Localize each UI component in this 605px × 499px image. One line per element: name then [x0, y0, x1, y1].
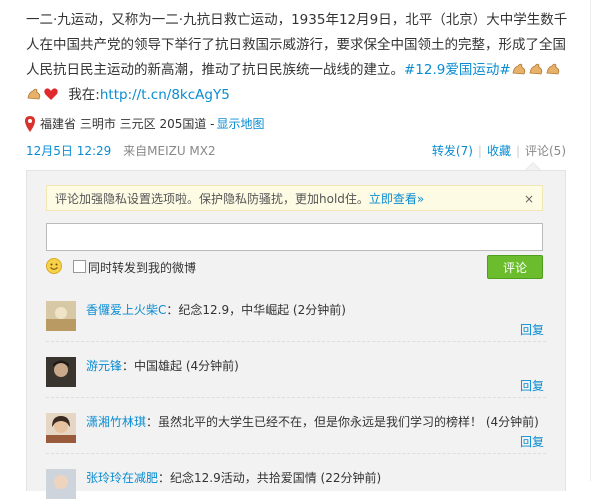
comment-text: 游元锋：中国雄起 (4分钟前): [86, 357, 239, 374]
comment-box: 评论加强隐私设置选项啦。保护隐私防骚扰，更加hold住。立即查看» × 同时转发…: [26, 170, 566, 499]
comment-divider: [46, 453, 546, 454]
comment-body: ：中国雄起 (4分钟前): [122, 359, 239, 373]
show-map-link[interactable]: 显示地图: [217, 115, 265, 132]
avatar[interactable]: [46, 469, 76, 499]
action-divider: |: [477, 144, 482, 158]
forward-checkbox[interactable]: [73, 260, 86, 273]
comment-user[interactable]: 潇湘竹林琪: [86, 415, 146, 429]
comment-divider: [46, 341, 546, 342]
strong-arm-emoji-icon: [529, 63, 542, 75]
see-at-label: 我在:: [68, 87, 100, 103]
comment-user[interactable]: 香儸爱上火柴C: [86, 303, 166, 317]
hashtag-link[interactable]: #12.9爱国运动#: [404, 62, 511, 78]
comment-text: 张玲玲在减肥：纪念12.9活动，共拾爱国情 (22分钟前): [86, 469, 381, 486]
forward-button[interactable]: 转发(7): [432, 144, 473, 158]
comment-body: ：虽然北平的大学生已经不在，但是你永远是我们学习的榜样！ (4分钟前): [146, 415, 539, 429]
location-row: 福建省 三明市 三元区 205国道 - 显示地图: [24, 115, 265, 132]
comment-user[interactable]: 张玲玲在减肥: [86, 471, 158, 485]
favorite-button[interactable]: 收藏: [487, 144, 511, 158]
short-link[interactable]: http://t.cn/8kcAgY5: [100, 87, 230, 103]
comment-body: ：纪念12.9活动，共拾爱国情 (22分钟前): [158, 471, 382, 485]
comment-user[interactable]: 游元锋: [86, 359, 122, 373]
notice-view-link[interactable]: 立即查看»: [369, 192, 424, 206]
action-divider: |: [515, 144, 520, 158]
post-text: 一二·九运动，又称为一二·九抗日救亡运动，1935年12月9日，北平（北京）大中…: [26, 8, 576, 108]
privacy-notice: 评论加强隐私设置选项啦。保护隐私防骚扰，更加hold住。立即查看» ×: [46, 185, 543, 211]
smiley-icon[interactable]: [46, 258, 62, 274]
location-text: 福建省 三明市 三元区 205国道 -: [40, 117, 215, 131]
strong-arm-emoji-icon: [27, 88, 41, 100]
post-actions: 转发(7) | 收藏 | 评论(5): [432, 142, 566, 159]
right-sidebar-edge: [590, 0, 605, 481]
comment-text: 香儸爱上火柴C：纪念12.9，中华崛起 (2分钟前): [86, 301, 346, 318]
forward-label: 同时转发到我的微博: [88, 261, 197, 275]
avatar[interactable]: [46, 413, 76, 443]
submit-comment-button[interactable]: 评论: [487, 255, 543, 279]
comment-body: ：纪念12.9，中华崛起 (2分钟前): [166, 303, 346, 317]
comment-box-arrow: [525, 162, 541, 170]
strong-arm-emoji-icon: [546, 63, 559, 75]
weibo-post: 一二·九运动，又称为一二·九抗日救亡运动，1935年12月9日，北平（北京）大中…: [0, 0, 590, 499]
reply-link[interactable]: 回复: [520, 377, 544, 394]
post-meta: 12月5日 12:29 来自MEIZU MX2 转发(7) | 收藏 | 评论(5): [26, 142, 566, 159]
location-pin-icon: [25, 115, 35, 132]
close-icon[interactable]: ×: [524, 186, 534, 212]
post-time[interactable]: 12月5日 12:29: [26, 144, 111, 158]
avatar[interactable]: [46, 357, 76, 387]
strong-arm-emoji-icon: [512, 63, 525, 75]
comment-input[interactable]: [46, 223, 543, 251]
comment-text: 潇湘竹林琪：虽然北平的大学生已经不在，但是你永远是我们学习的榜样！ (4分钟前): [86, 413, 539, 430]
post-source: 来自MEIZU MX2: [123, 144, 216, 158]
red-heart-emoji-icon: [44, 88, 58, 100]
avatar[interactable]: [46, 301, 76, 331]
comment-button[interactable]: 评论(5): [525, 144, 566, 158]
comment-divider: [46, 397, 546, 398]
reply-link[interactable]: 回复: [520, 321, 544, 338]
reply-link[interactable]: 回复: [520, 433, 544, 450]
notice-text: 评论加强隐私设置选项啦。保护隐私防骚扰，更加hold住。: [55, 192, 369, 206]
